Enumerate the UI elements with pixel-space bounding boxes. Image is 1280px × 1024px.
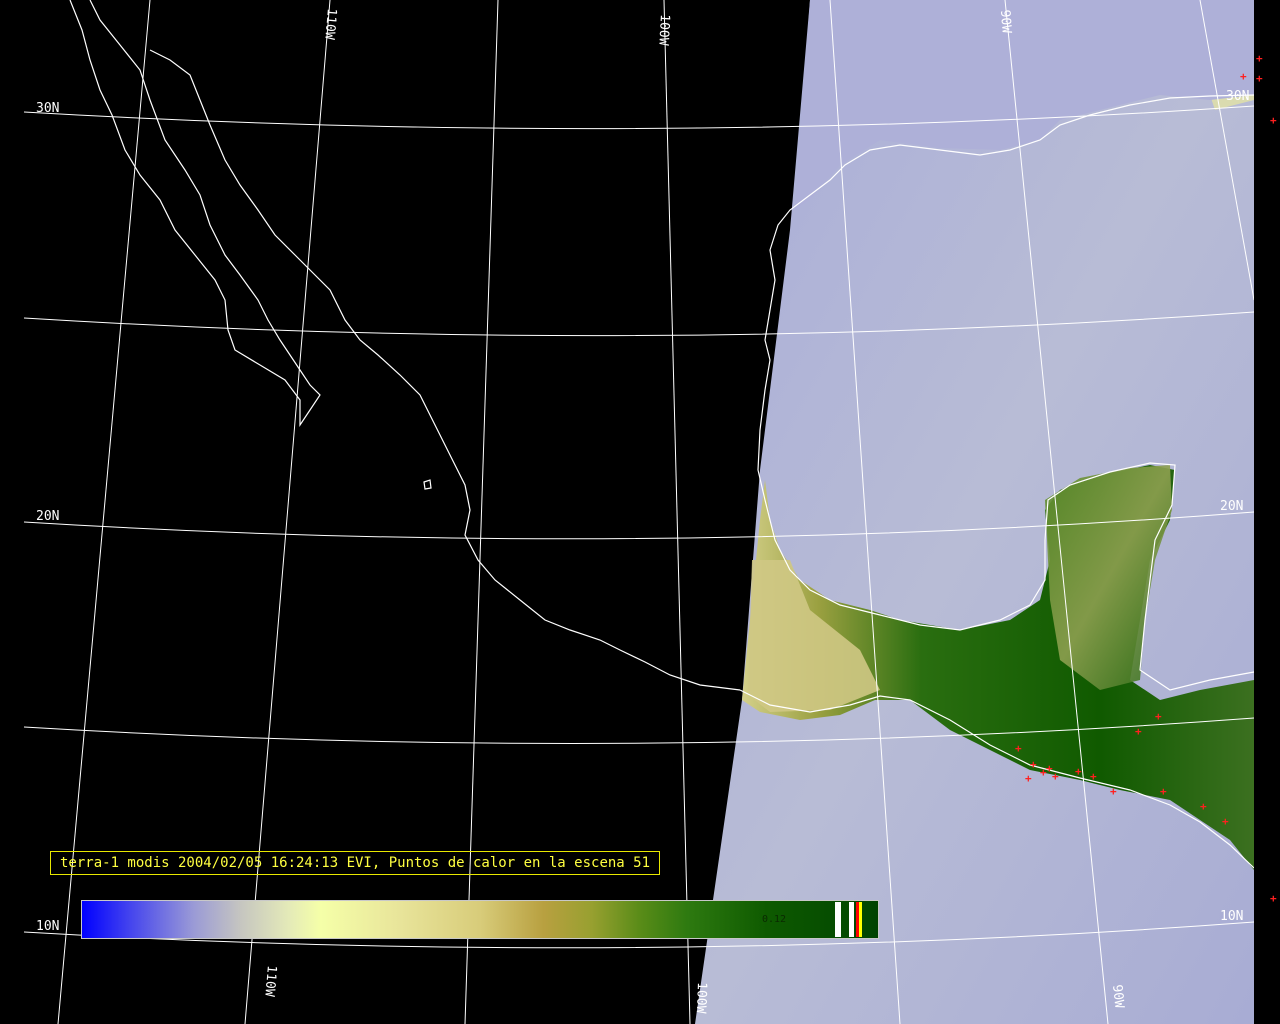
label-100w-bottom: 100W	[693, 982, 709, 1014]
label-30n-right: 30N	[1226, 89, 1249, 104]
label-90w-top: 90W	[997, 9, 1014, 34]
label-100w-top: 100W	[655, 14, 672, 46]
hotspot-marker: +	[1240, 70, 1247, 83]
sonora-mainland-coast	[149, 49, 741, 691]
label-20n: 20N	[36, 509, 59, 524]
scene-caption: terra-1 modis 2004/02/05 16:24:13 EVI, P…	[50, 851, 661, 875]
label-10n-right: 10N	[1220, 909, 1243, 924]
hotspot-edge-marker: +	[1256, 52, 1263, 65]
hotspot-marker: +	[1052, 770, 1059, 783]
label-90w-bottom: 90W	[1109, 984, 1126, 1009]
colorbar-yellow-mark	[859, 902, 862, 937]
satellite-map-view: + + + + + + + + + + + + + + + 30N 20N 10…	[0, 0, 1280, 1024]
label-110w-top: 110W	[321, 8, 339, 41]
hotspot-marker: +	[1160, 785, 1167, 798]
baja-california-coast	[69, 0, 321, 427]
hotspot-marker: +	[1015, 742, 1022, 755]
label-10n: 10N	[36, 919, 59, 934]
hotspot-edge-marker: +	[1256, 72, 1263, 85]
colorbar-white-mark-2	[849, 902, 854, 937]
label-20n-right: 20N	[1220, 499, 1243, 514]
right-border-strip: + + + +	[1254, 0, 1280, 1024]
label-30n: 30N	[36, 101, 59, 116]
hotspot-marker: +	[1155, 710, 1162, 723]
colorbar-value-label: 0.12	[762, 914, 787, 925]
evi-colorbar: 0.12	[81, 900, 879, 939]
hotspot-edge-marker: +	[1270, 114, 1277, 127]
hotspot-edge-marker: +	[1270, 892, 1277, 905]
meridian-100w	[663, 0, 691, 1024]
hotspot-marker: +	[1110, 785, 1117, 798]
hotspot-marker: +	[1030, 758, 1037, 771]
island	[423, 479, 432, 490]
hotspot-marker: +	[1135, 725, 1142, 738]
hotspot-marker: +	[1075, 765, 1082, 778]
hotspot-marker: +	[1200, 800, 1207, 813]
hotspot-marker: +	[1090, 770, 1097, 783]
label-110w-bottom: 110W	[261, 965, 279, 998]
hotspot-marker: +	[1222, 815, 1229, 828]
colorbar-white-mark	[835, 902, 841, 937]
hotspot-marker: +	[1025, 772, 1032, 785]
